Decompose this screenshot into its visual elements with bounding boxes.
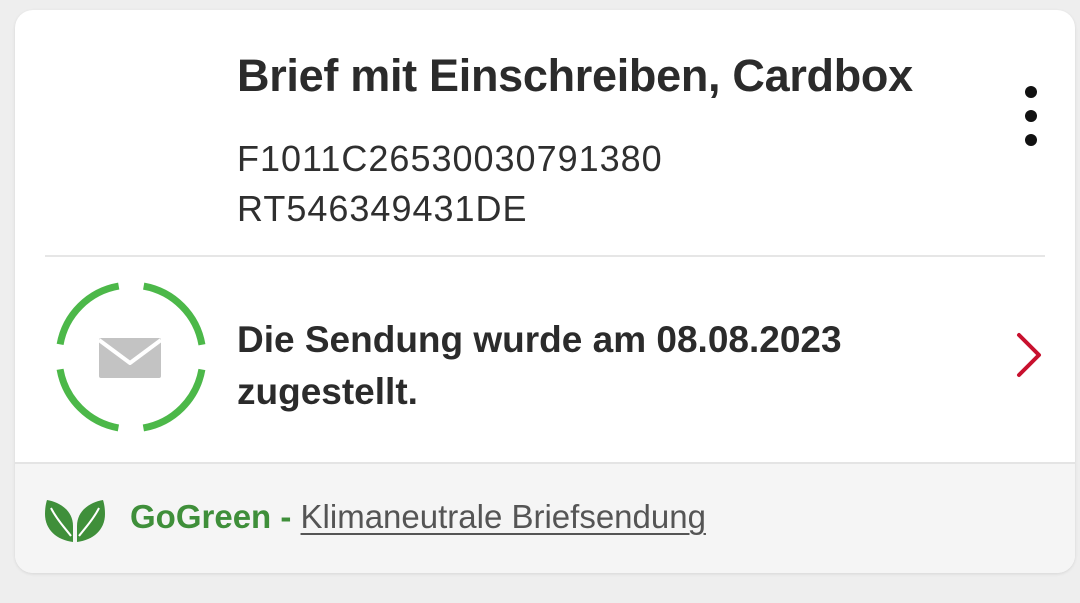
tracking-number-primary: F1011C26530030791380 <box>237 138 663 179</box>
envelope-icon <box>97 338 163 378</box>
status-progress-ring <box>55 281 207 433</box>
more-vertical-dot <box>1025 134 1037 146</box>
shipment-title: Brief mit Einschreiben, Cardbox <box>237 50 913 101</box>
shipment-status-row[interactable]: Die Sendung wurde am 08.08.2023 zugestel… <box>15 257 1075 462</box>
more-vertical-icon <box>1025 86 1037 98</box>
gogreen-brand: GoGreen <box>130 498 272 535</box>
gogreen-text: GoGreen - Klimaneutrale Briefsendung <box>130 498 706 536</box>
gogreen-link[interactable]: Klimaneutrale Briefsendung <box>301 498 706 535</box>
more-vertical-dot <box>1025 110 1037 122</box>
gogreen-separator: - <box>271 498 301 535</box>
leaf-icon <box>43 496 107 544</box>
gogreen-footer: GoGreen - Klimaneutrale Briefsendung <box>15 462 1075 573</box>
shipment-card: Brief mit Einschreiben, Cardbox F1011C26… <box>15 10 1075 573</box>
tracking-number-secondary: RT546349431DE <box>237 188 528 229</box>
more-options-button[interactable] <box>1011 82 1051 152</box>
status-message: Die Sendung wurde am 08.08.2023 zugestel… <box>237 319 842 412</box>
delivered-status-icon <box>51 277 211 437</box>
chevron-right-icon[interactable] <box>1011 325 1051 385</box>
